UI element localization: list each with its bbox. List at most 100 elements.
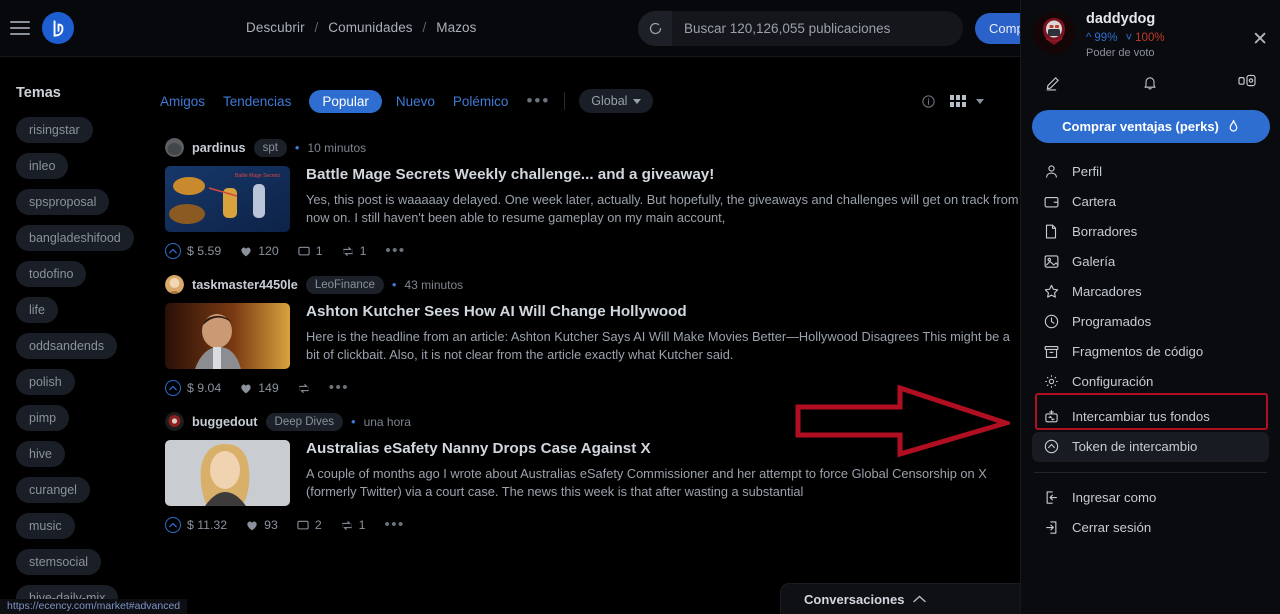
- upvote-icon[interactable]: [165, 517, 181, 533]
- post-author[interactable]: pardinus: [192, 141, 246, 155]
- topic-chip[interactable]: music: [16, 513, 75, 539]
- menu-item-token-de-intercambio[interactable]: Token de intercambio: [1032, 431, 1269, 462]
- menu-item-intercambiar-tus-fondos[interactable]: Intercambiar tus fondos: [1032, 402, 1269, 432]
- post-card[interactable]: buggedout Deep Dives • una hora Australias e…: [160, 402, 1020, 539]
- search-bar[interactable]: [638, 11, 963, 46]
- menu-item-galería[interactable]: Galería: [1032, 247, 1269, 277]
- post-comments[interactable]: 1: [298, 244, 323, 258]
- feed-filter-bar: Amigos Tendencias Popular Nuevo Polémico •••…: [160, 84, 1020, 118]
- post-author[interactable]: buggedout: [192, 415, 258, 429]
- breadcrumb-comunidades[interactable]: Comunidades: [328, 20, 412, 35]
- topic-chip[interactable]: bangladeshifood: [16, 225, 134, 251]
- menu-item-programados[interactable]: Programados: [1032, 307, 1269, 337]
- post-thumbnail[interactable]: [165, 440, 290, 506]
- grid-layout-icon[interactable]: [950, 94, 984, 108]
- menu-item-label: Perfil: [1072, 164, 1103, 180]
- search-input[interactable]: [672, 21, 963, 36]
- post-reblogs[interactable]: [298, 383, 310, 394]
- menu-item-borradores[interactable]: Borradores: [1032, 217, 1269, 247]
- post-reblogs[interactable]: 1: [341, 518, 366, 532]
- upvote-icon[interactable]: [165, 380, 181, 396]
- topic-chip[interactable]: pimp: [16, 405, 70, 431]
- menu-item-ingresar-como[interactable]: Ingresar como: [1032, 483, 1269, 513]
- bell-icon[interactable]: [1142, 74, 1158, 96]
- breadcrumb-descubrir[interactable]: Descubrir: [246, 20, 305, 35]
- topic-chip[interactable]: todofino: [16, 261, 87, 287]
- topic-chip[interactable]: curangel: [16, 477, 90, 503]
- post-payout[interactable]: $ 11.32: [165, 517, 227, 533]
- post-body: Ashton Kutcher Sees How AI Will Change H…: [160, 303, 1020, 369]
- post-community[interactable]: LeoFinance: [305, 275, 384, 294]
- menu-item-label: Marcadores: [1072, 284, 1142, 300]
- filter-tab-amigos[interactable]: Amigos: [160, 94, 205, 109]
- clock-icon: [1043, 314, 1059, 330]
- buy-perks-label: Comprar ventajas (perks): [1062, 118, 1219, 134]
- filter-divider: [564, 92, 566, 110]
- post-more-icon[interactable]: •••: [329, 380, 349, 395]
- close-icon[interactable]: ✕: [1252, 30, 1268, 49]
- hamburger-icon[interactable]: [10, 21, 30, 35]
- menu-item-configuración[interactable]: Configuración: [1032, 367, 1269, 397]
- conversations-dock[interactable]: Conversaciones: [780, 583, 1027, 614]
- search-icon: [638, 11, 672, 46]
- topic-chip[interactable]: inleo: [16, 153, 69, 179]
- post-thumbnail[interactable]: [165, 303, 290, 369]
- post-author[interactable]: taskmaster4450le: [192, 278, 298, 292]
- chat-support-icon[interactable]: [1238, 74, 1256, 96]
- ecency-logo[interactable]: [42, 12, 74, 44]
- author-avatar[interactable]: [165, 412, 184, 431]
- post-payout[interactable]: $ 5.59: [165, 243, 221, 259]
- post-more-label: •••: [384, 516, 405, 533]
- filter-tab-nuevo[interactable]: Nuevo: [396, 94, 435, 109]
- vote-up-icon: ^: [1086, 31, 1092, 44]
- menu-item-perfil[interactable]: Perfil: [1032, 157, 1269, 187]
- post-card[interactable]: pardinus spt • 10 minutos Battle Mage Secret…: [160, 128, 1020, 265]
- filter-tab-polémico[interactable]: Polémico: [453, 94, 509, 109]
- topic-chip[interactable]: oddsandends: [16, 333, 118, 359]
- topic-chip[interactable]: spsproposal: [16, 189, 110, 215]
- info-icon[interactable]: [921, 94, 936, 109]
- avatar[interactable]: [1033, 12, 1075, 54]
- topic-chip[interactable]: risingstar: [16, 117, 93, 143]
- post-votes[interactable]: 120: [240, 244, 279, 258]
- menu-item-cerrar-sesión[interactable]: Cerrar sesión: [1032, 513, 1269, 543]
- topics-sidebar: Temas risingstar inleo spsproposal banglade…: [0, 57, 160, 614]
- separator-dot: •: [391, 277, 397, 292]
- menu-item-marcadores[interactable]: Marcadores: [1032, 277, 1269, 307]
- post-reblogs[interactable]: 1: [342, 244, 366, 258]
- chevron-up-icon[interactable]: [913, 595, 927, 603]
- post-payout[interactable]: $ 9.04: [165, 380, 221, 396]
- topic-chip[interactable]: hive: [16, 441, 65, 467]
- user-panel-header: daddydog ^ 99% ˅ 100% Poder de voto ✕: [1021, 0, 1280, 59]
- upvote-icon[interactable]: [165, 243, 181, 259]
- filter-more-icon[interactable]: •••: [526, 92, 550, 109]
- app-root: Descubrir / Comunidades / Mazos Comprar …: [0, 0, 1280, 614]
- filter-tab-tendencias[interactable]: Tendencias: [223, 94, 291, 109]
- post-title[interactable]: Battle Mage Secrets Weekly challenge... …: [306, 166, 1020, 184]
- post-comments[interactable]: 2: [297, 518, 322, 532]
- buy-perks-button[interactable]: Comprar ventajas (perks): [1032, 109, 1270, 143]
- scope-select[interactable]: Global: [579, 89, 654, 113]
- post-title[interactable]: Ashton Kutcher Sees How AI Will Change H…: [306, 303, 1020, 321]
- menu-item-fragmentos-de-código[interactable]: Fragmentos de código: [1032, 337, 1269, 367]
- topic-chip[interactable]: life: [16, 297, 58, 323]
- menu-item-cartera[interactable]: Cartera: [1032, 187, 1269, 217]
- topic-chip[interactable]: stemsocial: [16, 549, 102, 575]
- post-community[interactable]: Deep Dives: [265, 412, 343, 431]
- post-community[interactable]: spt: [253, 138, 287, 157]
- author-avatar[interactable]: [165, 275, 184, 294]
- post-more-icon[interactable]: •••: [384, 516, 405, 533]
- post-more-icon[interactable]: •••: [385, 243, 405, 258]
- post-title[interactable]: Australias eSafety Nanny Drops Case Agai…: [306, 440, 1020, 458]
- post-votes[interactable]: 93: [246, 518, 278, 532]
- edit-pencil-icon[interactable]: [1045, 74, 1062, 96]
- breadcrumb-sep-1: /: [314, 20, 319, 35]
- post-card[interactable]: taskmaster4450le LeoFinance • 43 minutos Ash…: [160, 265, 1020, 402]
- post-votes[interactable]: 149: [240, 381, 279, 395]
- topic-chip[interactable]: polish: [16, 369, 75, 395]
- post-thumbnail[interactable]: Battle Mage Secrets: [165, 166, 290, 232]
- grid-glyph: [950, 94, 966, 107]
- filter-tab-popular[interactable]: Popular: [309, 89, 382, 113]
- author-avatar[interactable]: [165, 138, 184, 157]
- breadcrumb-mazos[interactable]: Mazos: [436, 20, 476, 35]
